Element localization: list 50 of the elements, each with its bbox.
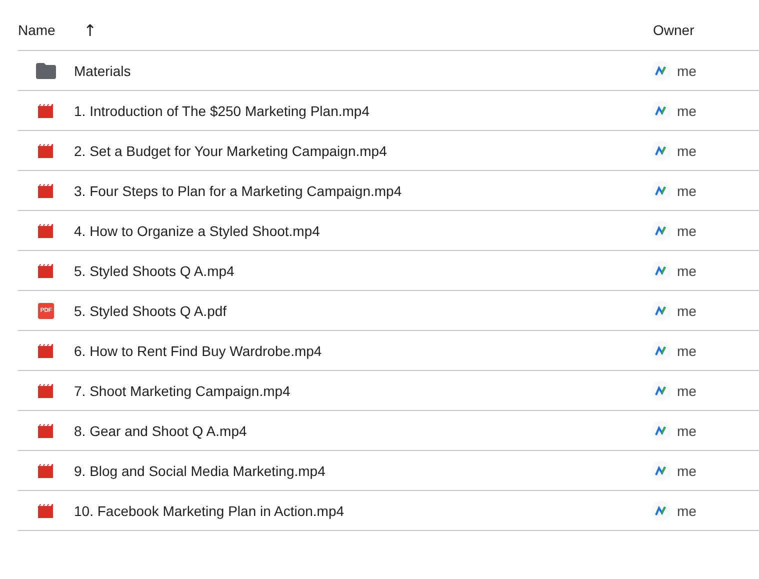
file-name[interactable]: 4. How to Organize a Styled Shoot.mp4	[74, 222, 653, 238]
owner-name: me	[677, 422, 696, 438]
owner-avatar-icon	[651, 300, 671, 320]
file-name[interactable]: 3. Four Steps to Plan for a Marketing Campaign.mp4	[74, 182, 653, 198]
owner-avatar-icon	[651, 340, 671, 360]
owner-avatar-icon	[651, 180, 671, 200]
video-icon	[38, 224, 54, 238]
owner-avatar-icon	[651, 100, 671, 120]
folder-icon	[36, 62, 56, 78]
owner-name: me	[677, 102, 696, 118]
file-name[interactable]: 6. How to Rent Find Buy Wardrobe.mp4	[74, 342, 653, 358]
video-icon	[38, 384, 54, 398]
file-name[interactable]: 2. Set a Budget for Your Marketing Campaign.mp4	[74, 142, 653, 158]
owner-avatar-icon	[651, 380, 671, 400]
owner-avatar-icon	[651, 500, 671, 520]
file-name[interactable]: 5. Styled Shoots Q A.mp4	[74, 262, 653, 278]
owner-name: me	[677, 182, 696, 198]
video-icon	[38, 104, 54, 118]
video-icon	[38, 424, 54, 438]
file-name[interactable]: 8. Gear and Shoot Q A.mp4	[74, 422, 653, 438]
owner-name: me	[677, 62, 696, 78]
file-name[interactable]: 5. Styled Shoots Q A.pdf	[74, 302, 653, 318]
file-name[interactable]: 7. Shoot Marketing Campaign.mp4	[74, 382, 653, 398]
column-header[interactable]: Name	[18, 22, 56, 38]
video-icon	[38, 464, 54, 478]
sort-button[interactable]: ↑	[81, 18, 99, 42]
video-icon	[38, 264, 54, 278]
owner-name: me	[677, 262, 696, 278]
owner-avatar-icon	[651, 460, 671, 480]
owner-avatar-icon	[651, 60, 671, 80]
owner-name: me	[677, 302, 696, 318]
column-header[interactable]: Owner	[653, 12, 759, 38]
owner-avatar-icon	[651, 220, 671, 240]
owner-avatar-icon	[651, 140, 671, 160]
file-name[interactable]: 9. Blog and Social Media Marketing.mp4	[74, 462, 653, 478]
file-name[interactable]: Materials	[74, 62, 653, 78]
video-icon	[38, 504, 54, 518]
owner-name: me	[677, 222, 696, 238]
owner-avatar-icon	[651, 260, 671, 280]
owner-avatar-icon	[651, 420, 671, 440]
video-icon	[38, 344, 54, 358]
owner-name: me	[677, 462, 696, 478]
owner-name: me	[677, 142, 696, 158]
video-icon	[38, 144, 54, 158]
owner-name: me	[677, 502, 696, 518]
file-name[interactable]: 10. Facebook Marketing Plan in Action.mp4	[74, 502, 653, 518]
owner-name: me	[677, 382, 696, 398]
owner-name: me	[677, 342, 696, 358]
file-name[interactable]: 1. Introduction of The $250 Marketing Plan.mp4	[74, 102, 653, 118]
video-icon	[38, 184, 54, 198]
